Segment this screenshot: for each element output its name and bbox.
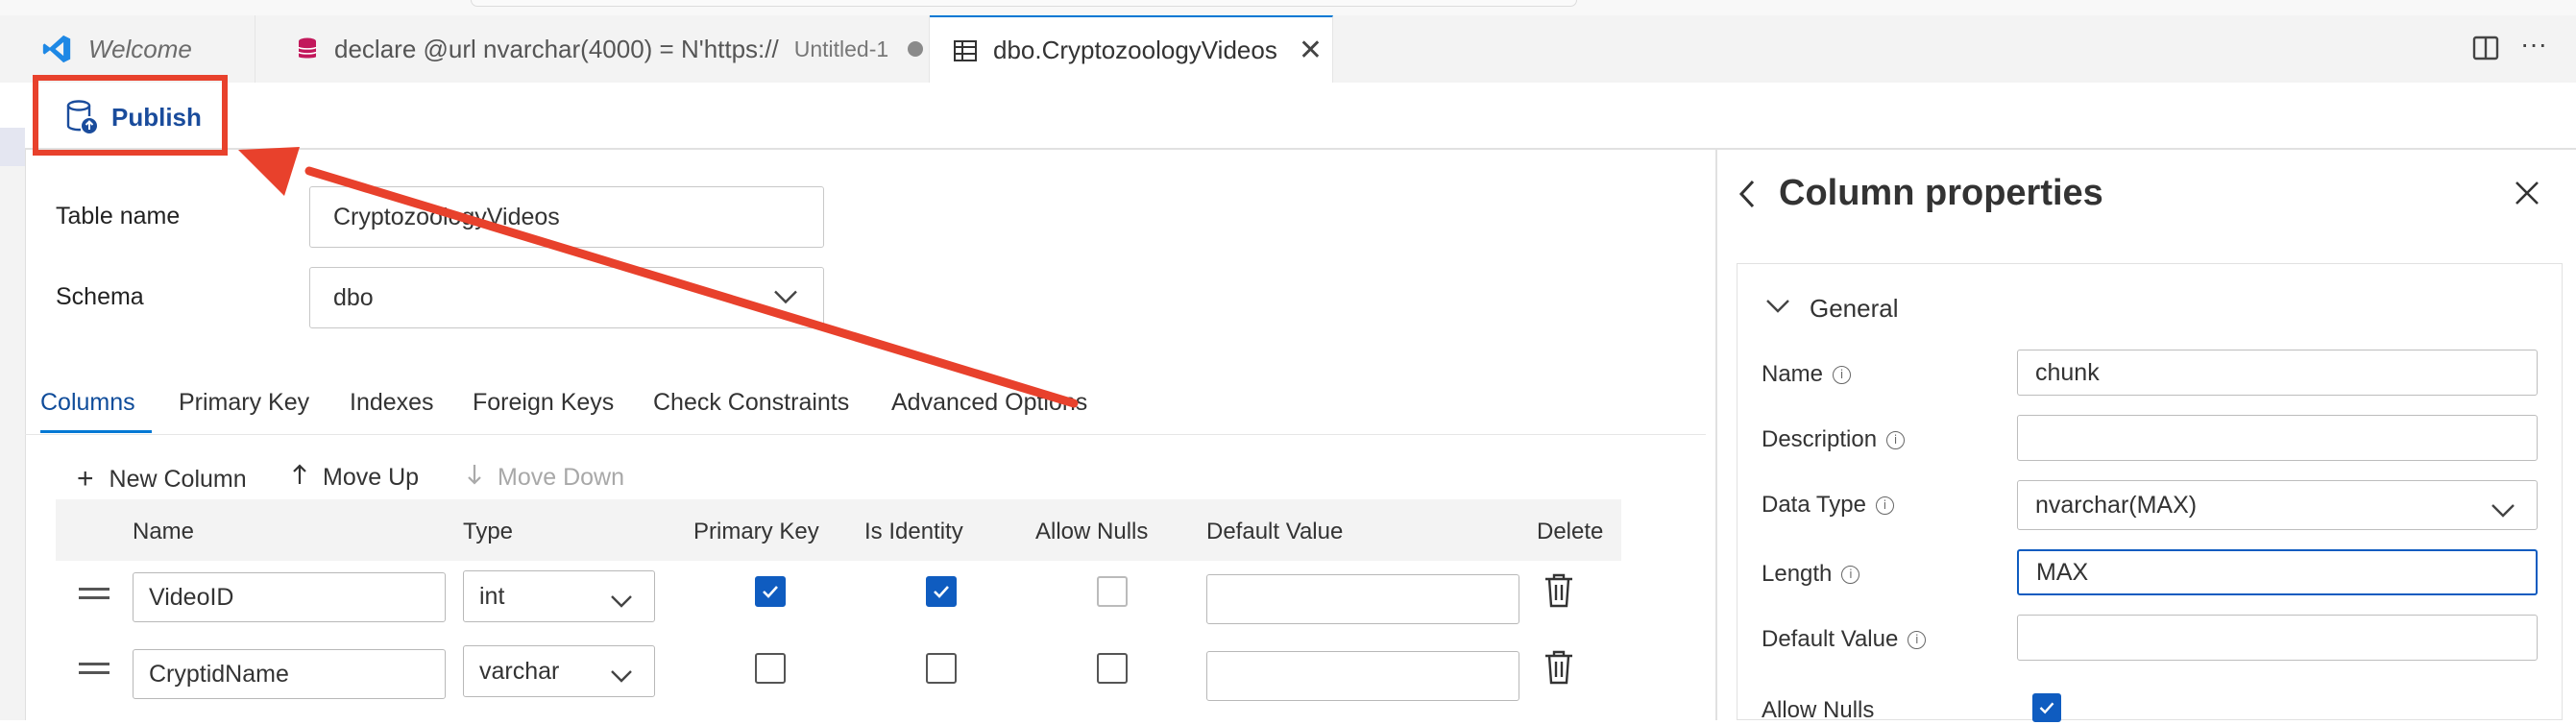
general-section-label[interactable]: General <box>1810 294 1899 324</box>
arrow-down-icon <box>467 463 482 493</box>
new-column-label: New Column <box>109 465 247 493</box>
default-value-label: Default Value i <box>1762 626 1927 653</box>
database-icon <box>296 36 319 61</box>
is-identity-checkbox[interactable] <box>926 576 957 607</box>
columns-grid-header <box>56 499 1621 561</box>
tab-indexes[interactable]: Indexes <box>350 389 434 417</box>
unsaved-dot-icon[interactable] <box>908 41 924 57</box>
close-tab-icon[interactable]: ✕ <box>1299 34 1323 67</box>
column-name-input[interactable]: VideoID <box>133 572 446 622</box>
default-value-input[interactable] <box>1206 574 1519 624</box>
description-label: Description i <box>1762 426 1906 453</box>
info-icon[interactable]: i <box>1908 630 1927 649</box>
header-type: Type <box>463 519 514 544</box>
tabs-divider <box>25 434 1706 435</box>
length-input[interactable]: MAX <box>2017 549 2538 595</box>
chevron-down-icon <box>2491 497 2515 525</box>
data-type-select[interactable]: nvarchar(MAX) <box>2017 480 2538 530</box>
left-edge-gutter <box>0 148 26 720</box>
primary-key-checkbox[interactable] <box>755 576 786 607</box>
schema-select[interactable]: dbo <box>309 267 824 328</box>
tab-primary-key[interactable]: Primary Key <box>179 389 309 417</box>
designer-toolbar: Publish <box>0 83 2576 150</box>
data-type-value: nvarchar(MAX) <box>2035 491 2198 519</box>
chevron-down-icon <box>610 589 633 616</box>
header-delete: Delete <box>1537 519 1604 544</box>
arrow-up-icon <box>292 463 307 493</box>
column-type-select[interactable]: int <box>463 570 655 622</box>
drag-handle-icon[interactable] <box>79 588 109 599</box>
trash-icon[interactable] <box>1543 572 1575 614</box>
table-icon <box>953 38 978 63</box>
chevron-down-icon <box>610 664 633 691</box>
tab-label: Welcome <box>88 34 192 63</box>
allow-nulls-checkbox[interactable] <box>1097 576 1128 607</box>
schema-label: Schema <box>56 283 144 310</box>
table-name-label: Table name <box>56 203 181 230</box>
trash-icon[interactable] <box>1543 649 1575 690</box>
header-primary-key: Primary Key <box>693 519 819 544</box>
is-identity-checkbox[interactable] <box>926 653 957 684</box>
more-actions-icon[interactable]: ··· <box>2520 29 2547 60</box>
name-label: Name i <box>1762 361 1852 388</box>
title-strip <box>0 0 2576 16</box>
tab-foreign-keys[interactable]: Foreign Keys <box>473 389 614 417</box>
tab-welcome[interactable]: Welcome <box>0 15 255 83</box>
editor-tab-bar: Welcome declare @url nvarchar(4000) = N'… <box>0 15 2576 84</box>
info-icon[interactable]: i <box>1841 565 1860 584</box>
table-name-input[interactable]: CryptozoologyVideos <box>309 186 824 248</box>
new-column-button[interactable]: + New Column <box>77 463 247 495</box>
close-icon[interactable] <box>2513 179 2541 212</box>
move-down-button[interactable]: Move Down <box>467 463 624 493</box>
move-up-button[interactable]: Move Up <box>292 463 419 493</box>
tab-advanced-options[interactable]: Advanced Options <box>891 389 1087 417</box>
column-type-value: varchar <box>479 657 560 685</box>
header-name: Name <box>133 519 195 544</box>
header-allow-nulls: Allow Nulls <box>1035 519 1149 544</box>
move-down-label: Move Down <box>498 464 624 491</box>
tab-columns[interactable]: Columns <box>40 389 135 417</box>
header-default-value: Default Value <box>1206 519 1344 544</box>
tab-check-constraints[interactable]: Check Constraints <box>653 389 849 417</box>
chevron-down-icon <box>773 284 798 312</box>
move-up-label: Move Up <box>323 464 420 491</box>
header-is-identity: Is Identity <box>864 519 963 544</box>
plus-icon: + <box>77 463 94 495</box>
active-tab-indicator <box>40 430 152 433</box>
data-type-label: Data Type i <box>1762 492 1894 519</box>
panel-divider <box>1715 148 1717 720</box>
default-value-input[interactable] <box>1206 651 1519 701</box>
default-value-input[interactable] <box>2017 615 2538 661</box>
length-label: Length i <box>1762 561 1860 588</box>
annotation-highlight-box <box>33 75 228 156</box>
chevron-down-icon[interactable] <box>1765 298 1790 320</box>
back-chevron-icon[interactable] <box>1737 179 1758 214</box>
primary-key-checkbox[interactable] <box>755 653 786 684</box>
left-edge-marker <box>0 128 25 166</box>
info-icon[interactable]: i <box>1833 365 1852 384</box>
tab-label: dbo.CryptozoologyVideos <box>993 36 1277 64</box>
column-properties-title: Column properties <box>1779 173 2103 213</box>
tab-sublabel: Untitled-1 <box>793 36 889 61</box>
schema-value: dbo <box>333 283 374 311</box>
info-icon[interactable]: i <box>1875 495 1894 515</box>
tab-table-designer[interactable]: dbo.CryptozoologyVideos ✕ <box>930 15 1333 84</box>
name-input[interactable]: chunk <box>2017 350 2538 396</box>
command-center[interactable] <box>471 0 1577 7</box>
column-name-input[interactable]: CryptidName <box>133 649 446 699</box>
allow-nulls-checkbox[interactable] <box>1097 653 1128 684</box>
allow-nulls-checkbox[interactable] <box>2032 693 2061 722</box>
tab-untitled-query[interactable]: declare @url nvarchar(4000) = N'https://… <box>255 15 930 83</box>
description-input[interactable] <box>2017 415 2538 461</box>
tab-label: declare @url nvarchar(4000) = N'https:// <box>334 34 779 63</box>
drag-handle-icon[interactable] <box>79 663 109 674</box>
column-type-select[interactable]: varchar <box>463 645 655 697</box>
info-icon[interactable]: i <box>1886 430 1906 449</box>
vscode-icon <box>40 33 73 65</box>
split-editor-icon[interactable] <box>2472 35 2499 68</box>
column-type-value: int <box>479 582 505 610</box>
